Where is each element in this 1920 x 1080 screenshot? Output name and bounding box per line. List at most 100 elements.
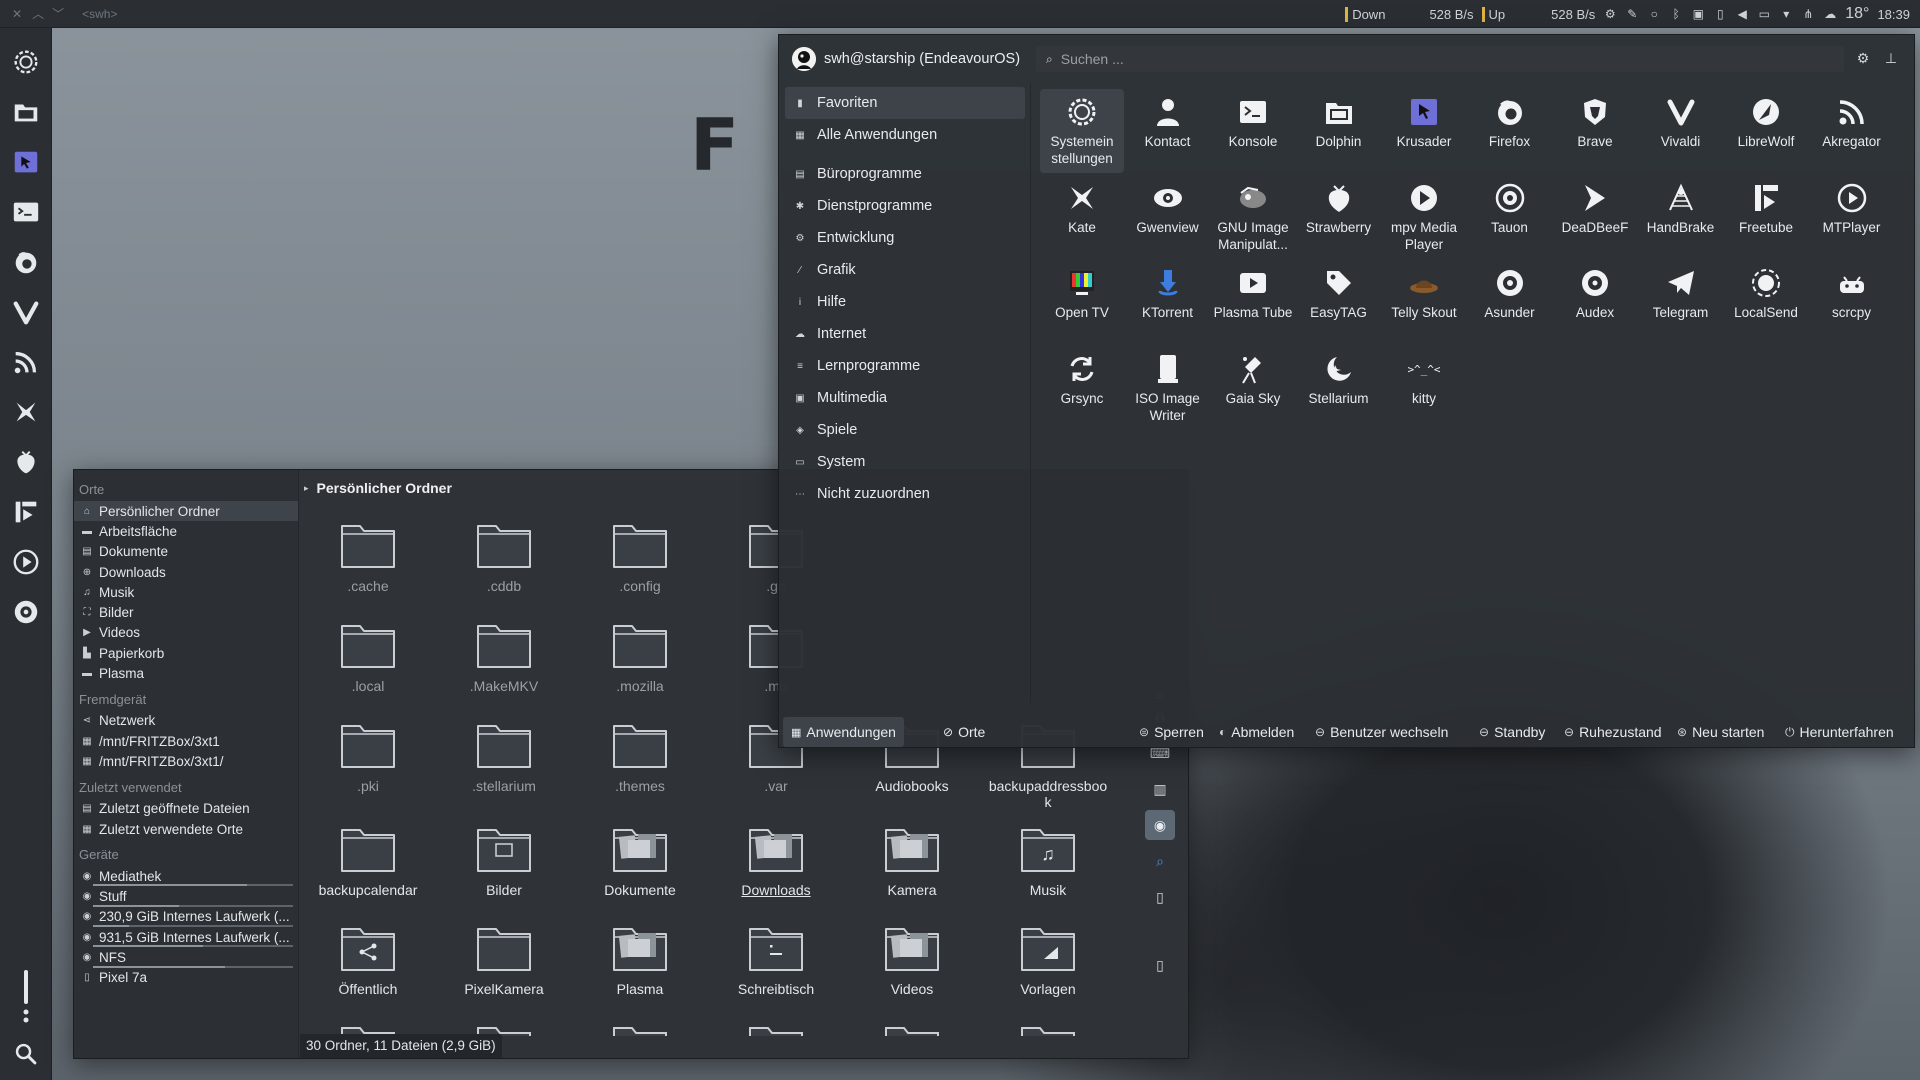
- places-item[interactable]: ▦ /mnt/FRITZBox/3xt1: [74, 731, 298, 751]
- dock-konsole-icon[interactable]: [6, 192, 46, 232]
- app-tile[interactable]: Dolphin: [1297, 89, 1381, 173]
- volume-icon[interactable]: ◀: [1735, 7, 1749, 21]
- app-tile[interactable]: GNU Image Manipulat...: [1211, 175, 1295, 259]
- file-item[interactable]: .mozilla: [580, 614, 700, 706]
- places-item[interactable]: ♫ Musik: [74, 582, 298, 602]
- places-item[interactable]: ▬ Plasma: [74, 663, 298, 683]
- bluetooth-icon[interactable]: ᛒ: [1669, 7, 1683, 21]
- places-item[interactable]: ▙ Papierkorb: [74, 643, 298, 663]
- dock-dolphin-icon[interactable]: [6, 92, 46, 132]
- app-tile[interactable]: Strawberry: [1297, 175, 1381, 259]
- places-item[interactable]: ◉ 931,5 GiB Internes Laufwerk (...: [74, 927, 298, 948]
- app-tile[interactable]: Stellarium: [1297, 346, 1381, 430]
- app-tile[interactable]: EasyTAG: [1297, 260, 1381, 344]
- app-tile[interactable]: Brave: [1553, 89, 1637, 173]
- file-item[interactable]: Videos: [852, 917, 972, 1009]
- file-item[interactable]: Schreibtisch: [716, 917, 836, 1009]
- launcher-category[interactable]: i Hilfe: [785, 286, 1025, 318]
- dock-scroll-indicator[interactable]: [6, 968, 46, 1028]
- file-item[interactable]: Öffentlich: [308, 917, 428, 1009]
- filter-search-icon[interactable]: ⌕: [1145, 846, 1175, 876]
- color-picker-icon[interactable]: ✎: [1625, 7, 1639, 21]
- file-item[interactable]: Bilder: [444, 818, 564, 910]
- battery-icon[interactable]: ▯: [1713, 7, 1727, 21]
- preview-eye-icon[interactable]: ◉: [1145, 810, 1175, 840]
- places-item[interactable]: ▤ Zuletzt geöffnete Dateien: [74, 799, 298, 819]
- launcher-category[interactable]: ▭ System: [785, 446, 1025, 478]
- dock-freetube-icon[interactable]: [6, 492, 46, 532]
- launcher-category[interactable]: ⁄ Grafik: [785, 254, 1025, 286]
- places-item[interactable]: ◉ Mediathek: [74, 866, 298, 887]
- switch-user-button[interactable]: ⊖ Benutzer wechseln: [1315, 717, 1448, 747]
- launcher-search-input[interactable]: ⌕ Suchen ...: [1036, 46, 1844, 72]
- launcher-category[interactable]: ▮ Favoriten: [785, 87, 1025, 119]
- user-avatar[interactable]: [792, 47, 816, 71]
- launcher-category[interactable]: ▤ Büroprogramme: [785, 158, 1025, 190]
- panels-icon[interactable]: ▥: [1145, 774, 1175, 804]
- places-item[interactable]: ▯ Pixel 7a: [74, 968, 298, 988]
- circle-icon[interactable]: ○: [1647, 7, 1661, 21]
- restart-button[interactable]: ⊛ Neu starten: [1677, 717, 1764, 747]
- app-tile[interactable]: Telly Skout: [1382, 260, 1466, 344]
- launcher-category[interactable]: ⋯ Nicht zuzuordnen: [785, 478, 1025, 510]
- places-item[interactable]: ▤ Dokumente: [74, 542, 298, 562]
- places-item[interactable]: ⊕ Downloads: [74, 562, 298, 582]
- places-item[interactable]: ◉ 230,9 GiB Internes Laufwerk (...: [74, 907, 298, 928]
- launcher-user[interactable]: swh@starship (EndeavourOS): [792, 47, 1020, 71]
- app-tile[interactable]: DeaDBeeF: [1553, 175, 1637, 259]
- places-item[interactable]: ▦ /mnt/FRITZBox/3xt1/: [74, 751, 298, 771]
- file-item[interactable]: Vorlagen: [988, 917, 1108, 1009]
- launcher-category[interactable]: ✱ Dienstprogramme: [785, 190, 1025, 222]
- app-tile[interactable]: Grsync: [1040, 346, 1124, 430]
- app-tile[interactable]: Gwenview: [1126, 175, 1210, 259]
- app-tile[interactable]: Konsole: [1211, 89, 1295, 173]
- file-item[interactable]: backupcalendar: [308, 818, 428, 910]
- app-tile[interactable]: Firefox: [1468, 89, 1552, 173]
- file-item[interactable]: .cddb: [444, 514, 564, 606]
- standby-button[interactable]: ⊖ Standby: [1479, 717, 1545, 747]
- dock-akregator-icon[interactable]: [6, 342, 46, 382]
- places-item[interactable]: ⌂ Persönlicher Ordner: [74, 501, 298, 522]
- app-tile[interactable]: Kontact: [1126, 89, 1210, 173]
- breadcrumb[interactable]: ▸ Persönlicher Ordner: [304, 480, 452, 496]
- file-item[interactable]: ♫ Musik: [988, 818, 1108, 910]
- app-tile[interactable]: Audex: [1553, 260, 1637, 344]
- app-tile[interactable]: scrcpy: [1810, 260, 1894, 344]
- settings-tray-icon[interactable]: ⚙: [1603, 7, 1617, 21]
- dock-vivaldi-icon[interactable]: [6, 292, 46, 332]
- file-item-partial[interactable]: [988, 1016, 1108, 1036]
- breadcrumb-current[interactable]: Persönlicher Ordner: [317, 480, 452, 496]
- weather-temperature[interactable]: 18°: [1845, 5, 1869, 23]
- pin-icon[interactable]: ⊥: [1882, 50, 1900, 68]
- dock-audex-icon[interactable]: [6, 592, 46, 632]
- logout-button[interactable]: ◐ Abmelden: [1219, 717, 1294, 747]
- launcher-category[interactable]: ☁ Internet: [785, 318, 1025, 350]
- chevron-down-icon[interactable]: ﹀: [52, 5, 64, 22]
- app-tile[interactable]: MTPlayer: [1810, 175, 1894, 259]
- app-tile[interactable]: HandBrake: [1639, 175, 1723, 259]
- app-tile[interactable]: LibreWolf: [1724, 89, 1808, 173]
- app-tile[interactable]: Kate: [1040, 175, 1124, 259]
- bottom-document-icon[interactable]: ▯: [1145, 950, 1175, 980]
- shutdown-button[interactable]: ⏻ Herunterfahren: [1785, 717, 1894, 747]
- file-item[interactable]: .stellarium: [444, 714, 564, 806]
- file-item-partial[interactable]: [852, 1016, 972, 1036]
- launcher-category[interactable]: ⚙ Entwicklung: [785, 222, 1025, 254]
- clock[interactable]: 18:39: [1877, 7, 1910, 22]
- dock-search-icon[interactable]: [6, 1034, 46, 1074]
- dock-mtplayer-icon[interactable]: [6, 542, 46, 582]
- file-item[interactable]: .config: [580, 514, 700, 606]
- app-tile[interactable]: Gaia Sky: [1211, 346, 1295, 430]
- app-tile[interactable]: mpv Media Player: [1382, 175, 1466, 259]
- app-tile[interactable]: Telegram: [1639, 260, 1723, 344]
- app-tile[interactable]: Open TV: [1040, 260, 1124, 344]
- lock-button[interactable]: ⊜ Sperren: [1139, 717, 1204, 747]
- file-item[interactable]: .MakeMKV: [444, 614, 564, 706]
- file-item[interactable]: .cache: [308, 514, 428, 606]
- dock-kate-icon[interactable]: [6, 392, 46, 432]
- info-document-icon[interactable]: ▯: [1145, 882, 1175, 912]
- places-item[interactable]: ◉ Stuff: [74, 886, 298, 907]
- dock-system-settings-icon[interactable]: [6, 42, 46, 82]
- file-item-partial[interactable]: [444, 1016, 564, 1036]
- display-icon[interactable]: ▭: [1757, 7, 1771, 21]
